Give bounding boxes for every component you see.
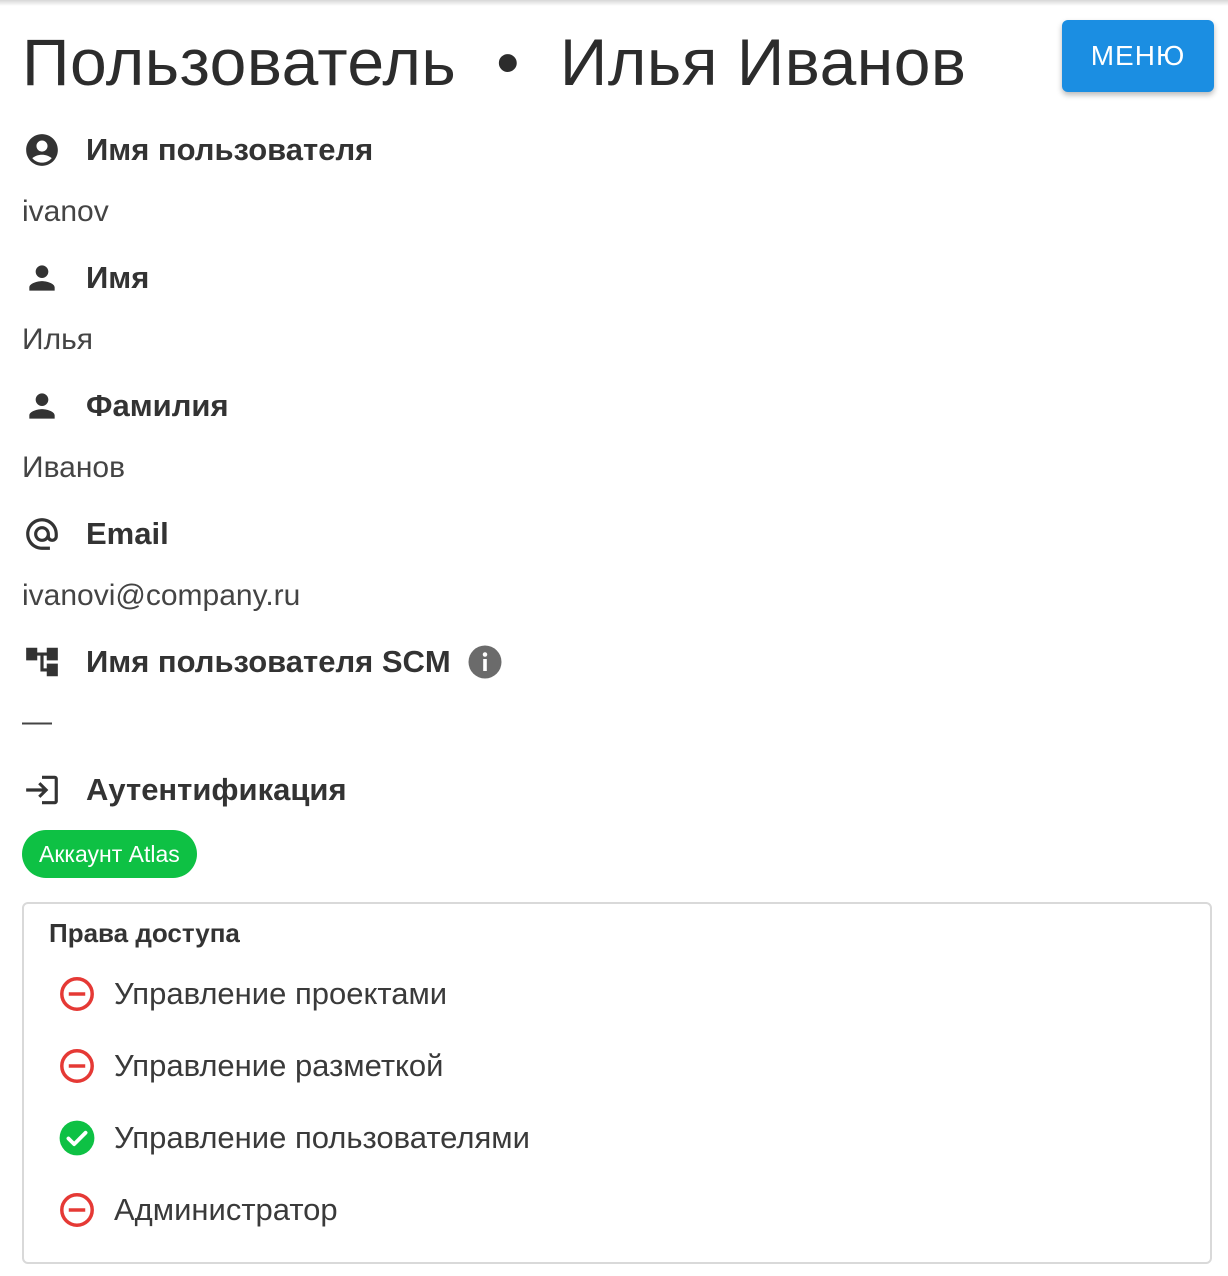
field-label: Аутентификация xyxy=(86,772,347,807)
title-prefix: Пользователь xyxy=(22,25,457,99)
denied-icon xyxy=(58,1191,96,1229)
person-icon xyxy=(22,386,62,426)
field-username-header: Имя пользователя xyxy=(22,128,373,172)
top-shadow xyxy=(0,0,1228,6)
scm-tree-icon xyxy=(22,642,62,682)
field-first-name-value: Илья xyxy=(22,323,93,356)
denied-icon xyxy=(58,1047,96,1085)
at-sign-icon xyxy=(22,514,62,554)
permission-label: Управление пользователями xyxy=(114,1120,530,1155)
permission-label: Управление разметкой xyxy=(114,1048,444,1083)
permission-item: Управление пользователями xyxy=(58,1116,530,1160)
field-label: Фамилия xyxy=(86,388,229,423)
permissions-panel: Права доступа Управление проектами Управ… xyxy=(22,902,1212,1264)
field-label: Имя пользователя SCM xyxy=(86,644,451,679)
permission-item: Администратор xyxy=(58,1188,338,1232)
account-circle-icon xyxy=(22,130,62,170)
field-last-name-value: Иванов xyxy=(22,451,126,484)
field-scm-header: Имя пользователя SCM xyxy=(22,640,503,684)
auth-account-chip: Аккаунт Atlas xyxy=(22,830,197,878)
field-email-value: ivanovi@company.ru xyxy=(22,579,301,612)
permission-item: Управление разметкой xyxy=(58,1044,443,1088)
person-icon xyxy=(22,258,62,298)
denied-icon xyxy=(58,975,96,1013)
permission-label: Управление проектами xyxy=(114,976,448,1011)
field-label: Имя xyxy=(86,260,150,295)
field-email-header: Email xyxy=(22,512,169,556)
field-last-name-header: Фамилия xyxy=(22,384,229,428)
page-title: Пользователь • Илья Иванов xyxy=(22,24,967,100)
field-label: Имя пользователя xyxy=(86,132,374,167)
field-first-name-header: Имя xyxy=(22,256,149,300)
field-username-value: ivanov xyxy=(22,195,109,228)
title-user-name: Илья Иванов xyxy=(559,25,967,99)
field-scm-value: — xyxy=(22,705,52,738)
login-icon xyxy=(22,770,62,810)
info-icon[interactable] xyxy=(467,644,503,680)
granted-check-icon xyxy=(58,1119,96,1157)
permission-item: Управление проектами xyxy=(58,972,447,1016)
permission-label: Администратор xyxy=(114,1192,338,1227)
title-separator: • xyxy=(496,25,520,99)
field-auth-header: Аутентификация xyxy=(22,768,347,812)
permissions-title: Права доступа xyxy=(49,918,240,948)
menu-button[interactable]: МЕНЮ xyxy=(1062,20,1214,92)
field-label: Email xyxy=(86,516,169,551)
page-header: Пользователь • Илья Иванов МЕНЮ xyxy=(22,20,1214,102)
